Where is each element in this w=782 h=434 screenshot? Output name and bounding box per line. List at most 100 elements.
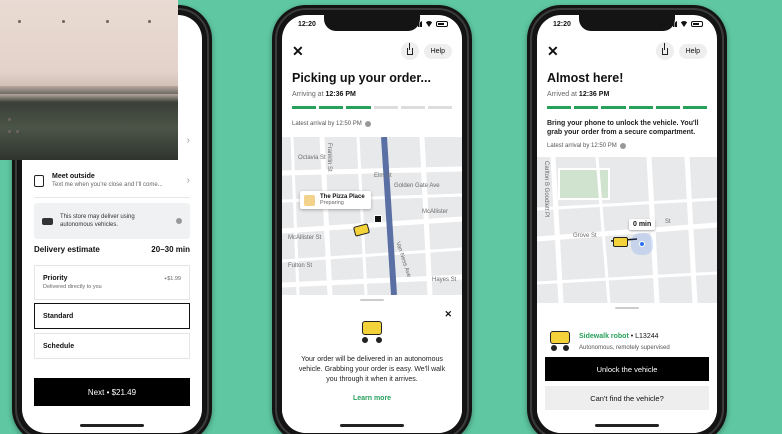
- option-subtitle: Delivered directly to you: [43, 284, 102, 290]
- robot-thumbnail-icon: [549, 329, 571, 351]
- option-schedule[interactable]: Schedule: [34, 333, 190, 359]
- share-icon: [661, 42, 668, 55]
- battery-icon: [436, 21, 448, 27]
- instruction-text: Bring your phone to unlock the vehicle. …: [547, 120, 699, 137]
- robot-body: [362, 321, 382, 335]
- sheet-handle[interactable]: [615, 307, 639, 309]
- progress-segment: [547, 106, 572, 109]
- photo-overlay: [0, 0, 178, 160]
- robot-wheel: [362, 337, 368, 343]
- close-icon[interactable]: ✕: [292, 44, 304, 58]
- battery-icon: [691, 21, 703, 27]
- user-location-icon: [639, 241, 645, 247]
- map-view[interactable]: Octavia St Franklin St Elm St Golden Gat…: [282, 137, 462, 295]
- latest-arrival-text: Latest arrival by 12:50 PM: [292, 121, 362, 127]
- eta-pill: 0 min: [629, 219, 656, 230]
- divider: [34, 197, 190, 198]
- photo-dot: [18, 20, 21, 23]
- place-status: Preparing: [320, 200, 344, 206]
- street-label: Elm St: [374, 173, 392, 179]
- progress-segment: [427, 106, 453, 109]
- photo-dot: [148, 20, 151, 23]
- delivery-estimate-row: Delivery estimate 20–30 min: [34, 245, 190, 254]
- cant-find-vehicle-button[interactable]: Can't find the vehicle?: [545, 386, 709, 410]
- robot-subtitle: Autonomous, remotely supervised: [579, 345, 670, 351]
- autonomous-notice: This store may deliver using autonomous …: [34, 203, 190, 239]
- option-title: Schedule: [43, 342, 75, 350]
- robot-illustration-icon: [360, 317, 384, 343]
- robot-wheel: [551, 345, 557, 351]
- option-price: +$1.99: [164, 276, 181, 282]
- learn-more-link[interactable]: Learn more: [282, 395, 462, 402]
- photo-dot: [16, 130, 19, 133]
- phone-frame-3: 12:20 ✕ Help Almost here! Arrived at 12:…: [527, 5, 727, 434]
- arrival-time: Arriving at 12:36 PM: [292, 91, 356, 98]
- street-label: McAllister: [422, 209, 449, 215]
- share-button[interactable]: [655, 42, 674, 60]
- street-label: St: [665, 219, 671, 225]
- robot-wheel: [563, 345, 569, 351]
- wifi-icon: [680, 21, 688, 27]
- progress-segment: [682, 106, 708, 109]
- status-time: 12:20: [298, 20, 316, 28]
- arrival-time-value: 12:36 PM: [578, 91, 610, 98]
- chevron-right-icon: ›: [186, 135, 190, 146]
- info-icon[interactable]: [619, 143, 626, 149]
- robot-wheel: [376, 337, 382, 343]
- screen-almost-here: 12:20 ✕ Help Almost here! Arrived at 12:…: [537, 15, 717, 433]
- progress-segment: [601, 106, 626, 109]
- wifi-icon: [425, 21, 433, 27]
- photo-edge: [0, 86, 178, 94]
- meet-outside-subtitle: Text me when you're close and I'll come.…: [52, 182, 163, 188]
- arrival-time: Arrived at 12:36 PM: [547, 91, 609, 98]
- arrival-prefix: Arrived at: [547, 91, 577, 98]
- map-view[interactable]: Carlton B Goodlett Pl Grove St St 0 min: [537, 157, 717, 303]
- meet-outside-option[interactable]: Meet outside Text me when you're close a…: [34, 173, 190, 188]
- bottom-sheet: ✕ Your order will be delivered in an aut…: [282, 295, 462, 433]
- option-standard[interactable]: Standard: [34, 303, 190, 329]
- robot-title: Sidewalk robot • L13244: [579, 333, 659, 340]
- street-label: McAllister St: [288, 235, 322, 241]
- progress-segment: [628, 106, 653, 109]
- meet-outside-title: Meet outside: [52, 173, 95, 180]
- close-icon[interactable]: ✕: [547, 44, 559, 58]
- robot-body: [550, 331, 570, 344]
- help-button[interactable]: Help: [678, 43, 707, 59]
- screen-picking-up: 12:20 ✕ Help Picking up your order... Ar…: [282, 15, 462, 433]
- info-icon[interactable]: [364, 121, 371, 127]
- delivery-estimate-value: 20–30 min: [151, 245, 190, 254]
- delivery-estimate-label: Delivery estimate: [34, 245, 100, 254]
- street-label: Hayes St: [432, 277, 457, 283]
- street-label: Grove St: [573, 233, 597, 239]
- progress-bar: [547, 106, 708, 109]
- progress-segment: [574, 106, 599, 109]
- pizza-icon: [304, 195, 315, 206]
- robot-marker-icon: [613, 237, 628, 247]
- option-priority[interactable]: Priority Delivered directly to you +$1.9…: [34, 265, 190, 300]
- top-bar: ✕ Help: [282, 41, 462, 61]
- chevron-right-icon: ›: [186, 175, 190, 186]
- page-title: Picking up your order...: [292, 71, 431, 85]
- status-time: 12:20: [553, 20, 571, 28]
- progress-segment: [292, 106, 317, 109]
- help-button[interactable]: Help: [423, 43, 452, 59]
- map-streets: [537, 157, 717, 303]
- place-card[interactable]: The Pizza Place Preparing: [300, 191, 371, 209]
- share-button[interactable]: [400, 42, 419, 60]
- progress-segment: [655, 106, 680, 109]
- info-icon[interactable]: [176, 218, 182, 224]
- robot-name: Sidewalk robot: [579, 333, 629, 340]
- close-icon[interactable]: ✕: [444, 309, 452, 320]
- photo-dot: [62, 20, 65, 23]
- sheet-description: Your order will be delivered in an auton…: [298, 356, 446, 383]
- street-label: Octavia St: [298, 155, 326, 161]
- phone-frame-2: 12:20 ✕ Help Picking up your order... Ar…: [272, 5, 472, 434]
- unlock-vehicle-button[interactable]: Unlock the vehicle: [545, 357, 709, 381]
- notice-text: This store may deliver using autonomous …: [60, 213, 135, 228]
- home-indicator: [80, 424, 144, 427]
- sheet-handle[interactable]: [360, 299, 384, 301]
- next-button[interactable]: Next • $21.49: [34, 378, 190, 406]
- progress-segment: [346, 106, 371, 109]
- latest-arrival: Latest arrival by 12:50 PM: [292, 121, 371, 127]
- photo-dot: [8, 130, 11, 133]
